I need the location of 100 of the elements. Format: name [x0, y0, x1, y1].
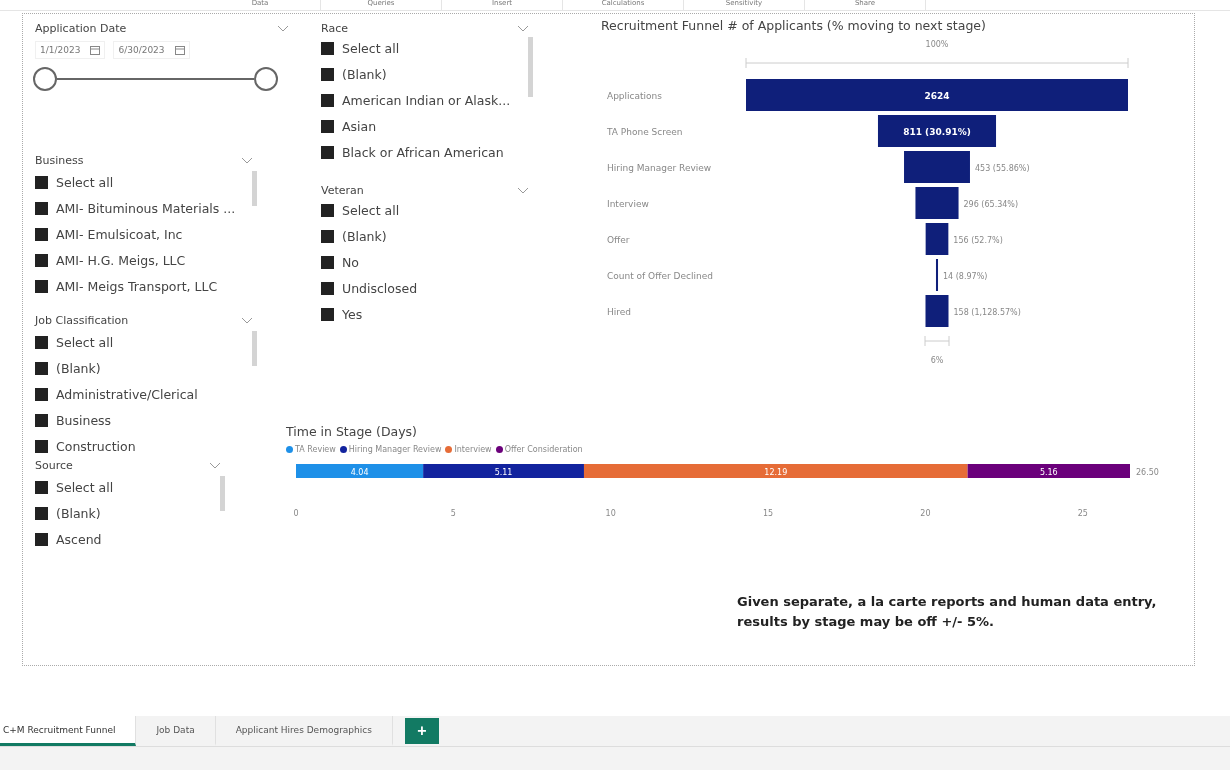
- category-label: Applications: [607, 91, 662, 101]
- checkbox[interactable]: [321, 145, 334, 159]
- end-date-field[interactable]: 6/30/2023: [113, 41, 190, 59]
- checkbox[interactable]: [321, 203, 334, 217]
- slider-handle[interactable]: [254, 67, 278, 91]
- page-tab[interactable]: C+M Recruitment Funnel: [0, 716, 137, 746]
- checkbox[interactable]: [35, 201, 48, 215]
- slicer-option[interactable]: Asian: [321, 113, 511, 139]
- slicer-option[interactable]: Select all: [35, 169, 236, 195]
- slicer-option[interactable]: Select all: [35, 474, 114, 500]
- slicer-title: Veteran: [321, 184, 364, 197]
- slider-handle[interactable]: [33, 67, 57, 91]
- slicer-option[interactable]: AMI- Bituminous Materials ...: [35, 195, 236, 221]
- value-label: 4.04: [350, 468, 369, 477]
- axis-tick-label: 25: [1077, 509, 1088, 518]
- scrollbar[interactable]: [528, 37, 533, 97]
- checkbox[interactable]: [35, 439, 48, 453]
- slicer-option[interactable]: Ascend: [35, 526, 114, 552]
- legend-label: Interview: [454, 445, 492, 454]
- slicer-option[interactable]: Yes: [321, 301, 418, 327]
- checkbox[interactable]: [321, 119, 334, 133]
- checkbox[interactable]: [321, 67, 334, 81]
- value-label: 296 (65.34%): [963, 200, 1019, 209]
- chevron-icon[interactable]: [209, 461, 221, 470]
- value-label: 453 (55.86%): [974, 164, 1030, 173]
- calendar-icon: [90, 45, 101, 55]
- axis-tick-label: 10: [605, 509, 616, 518]
- scrollbar[interactable]: [252, 331, 257, 366]
- value-label: 2624: [924, 91, 950, 101]
- slicer-option[interactable]: American Indian or Alask...: [321, 87, 511, 113]
- slicer-option[interactable]: Undisclosed: [321, 275, 418, 301]
- checkbox[interactable]: [35, 253, 48, 267]
- calendar-icon: [174, 45, 185, 55]
- checkbox[interactable]: [321, 255, 334, 269]
- chevron-icon[interactable]: [517, 24, 529, 33]
- checkbox[interactable]: [35, 532, 48, 546]
- value-label: 156 (52.7%): [953, 236, 1003, 245]
- slicer-option[interactable]: Select all: [321, 35, 511, 61]
- checkbox[interactable]: [35, 506, 48, 520]
- category-label: Hired: [607, 307, 632, 317]
- category-label: Hiring Manager Review: [607, 163, 712, 173]
- slicer-option[interactable]: Black or African American: [321, 139, 511, 165]
- slicer-option[interactable]: Construction: [35, 433, 198, 459]
- slicer-option[interactable]: Administrative/Clerical: [35, 381, 198, 407]
- axis-tick-label: 5: [450, 509, 456, 518]
- total-label: 26.50: [1136, 468, 1159, 477]
- axis-label: 6%: [930, 356, 944, 365]
- value-label: 5.16: [1039, 468, 1058, 477]
- legend-label: Hiring Manager Review: [348, 445, 442, 454]
- checkbox[interactable]: [321, 93, 334, 107]
- slicer-title: Application Date: [35, 22, 127, 35]
- slicer-option[interactable]: (Blank): [35, 355, 198, 381]
- legend-label: Offer Consideration: [504, 445, 583, 454]
- checkbox[interactable]: [321, 229, 334, 243]
- checkbox[interactable]: [35, 279, 48, 293]
- chart-title: Time in Stage (Days): [286, 424, 418, 439]
- slicer-option[interactable]: (Blank): [321, 223, 418, 249]
- value-label: 158 (1,128.57%): [953, 308, 1021, 317]
- chevron-icon[interactable]: [241, 156, 253, 165]
- axis-label: 100%: [925, 40, 949, 49]
- slicer-option[interactable]: AMI- H.G. Meigs, LLC: [35, 247, 236, 273]
- slicer-option[interactable]: Select all: [321, 197, 418, 223]
- chart-title: Recruitment Funnel # of Applicants (% moving to next stage): [601, 18, 987, 33]
- value-label: 14 (8.97%): [943, 272, 988, 281]
- slicer-option[interactable]: No: [321, 249, 418, 275]
- slicer-option[interactable]: Business: [35, 407, 198, 433]
- scrollbar[interactable]: [220, 476, 225, 511]
- chevron-icon[interactable]: [241, 316, 253, 325]
- checkbox[interactable]: [321, 41, 334, 55]
- disclaimer-text: Given separate, a la carte reports and human data entry, results by stage may be off +/- 5%.: [737, 593, 1157, 631]
- funnel-bar: [925, 223, 949, 255]
- checkbox[interactable]: [35, 335, 48, 349]
- scale-bracket: [924, 335, 950, 347]
- checkbox[interactable]: [35, 413, 48, 427]
- checkbox[interactable]: [35, 175, 48, 189]
- slicer-option[interactable]: AMI- Emulsicoat, Inc: [35, 221, 236, 247]
- checkbox[interactable]: [35, 227, 48, 241]
- slicer-option[interactable]: (Blank): [321, 61, 511, 87]
- checkbox[interactable]: [35, 480, 48, 494]
- slicer-option[interactable]: AMI- Meigs Transport, LLC: [35, 273, 236, 299]
- funnel-bar: [904, 151, 970, 183]
- checkbox[interactable]: [35, 387, 48, 401]
- category-label: Interview: [607, 199, 649, 209]
- checkbox[interactable]: [321, 307, 334, 321]
- value-label: 811 (30.91%): [903, 127, 971, 137]
- legend-label: TA Review: [295, 445, 336, 454]
- slicer-option[interactable]: Select all: [35, 329, 198, 355]
- slicer-option[interactable]: (Blank): [35, 500, 114, 526]
- checkbox[interactable]: [35, 361, 48, 375]
- slicer-title: Race: [321, 22, 348, 35]
- scrollbar[interactable]: [252, 171, 257, 206]
- chevron-icon[interactable]: [277, 24, 289, 33]
- checkbox[interactable]: [321, 281, 334, 295]
- category-label: TA Phone Screen: [607, 127, 683, 137]
- add-page-button[interactable]: +: [404, 718, 439, 744]
- start-date-field[interactable]: 1/1/2023: [35, 41, 106, 59]
- slicer-title: Source: [35, 459, 73, 472]
- axis-tick-label: 15: [763, 509, 774, 518]
- chevron-icon[interactable]: [517, 186, 529, 195]
- slicer-title: Job Classification: [35, 314, 129, 327]
